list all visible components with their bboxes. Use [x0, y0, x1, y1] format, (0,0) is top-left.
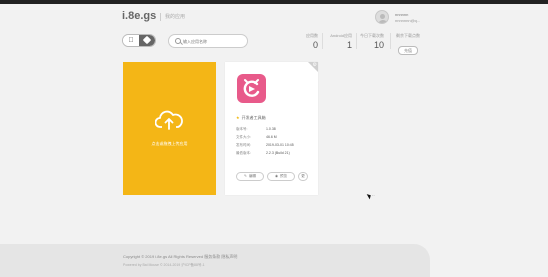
cursor-indicator: ··: [372, 193, 375, 198]
pencil-icon: ✎: [244, 174, 247, 178]
app-name-text: 开发者工具箱: [241, 115, 266, 120]
stat-label: 应用数: [306, 33, 318, 38]
footer: Copyright © 2019 i.8e.gs All Rights Rese…: [0, 244, 430, 277]
search-box[interactable]: [168, 34, 248, 48]
stat-divider: [356, 33, 357, 49]
stat-label: 剩余下载点数: [396, 33, 420, 38]
search-icon: [175, 38, 181, 44]
info-label: 版本号:: [236, 127, 248, 131]
recharge-button[interactable]: 充值: [398, 46, 418, 55]
logo[interactable]: i.8e.gs: [122, 10, 156, 22]
star-icon: ★: [236, 115, 240, 120]
nav-my-apps[interactable]: 我的应用: [165, 13, 185, 20]
info-label: 文件大小:: [236, 135, 251, 139]
info-row-version: 版本号: 1.0.38: [236, 127, 276, 132]
footer-powered-by: Powered by Bai Mouse © 2014-2019 沪ICP备88…: [123, 263, 205, 267]
upload-label: 点击或拖拽上传应用: [151, 141, 188, 146]
stat-value: 1: [346, 40, 352, 50]
stat-divider: [322, 33, 323, 49]
stat-label: Android应用: [330, 33, 352, 38]
upload-app-card[interactable]: 点击或拖拽上传应用: [123, 62, 216, 195]
edit-button[interactable]: ✎ 编辑: [236, 172, 264, 181]
stat-android-apps: Android应用 1: [326, 33, 352, 50]
info-value: 1.0.38: [266, 127, 276, 131]
android-icon[interactable]: [139, 35, 155, 46]
cloud-upload-icon: [155, 110, 183, 130]
info-label: 最低版本:: [236, 151, 251, 155]
avatar[interactable]: [375, 10, 389, 24]
app-name: ★ 开发者工具箱: [236, 115, 266, 121]
footer-copyright: Copyright © 2019 i.8e.gs All Rights Rese…: [123, 254, 238, 259]
user-email: nnnnnnn@q...: [395, 18, 421, 23]
info-row-date: 发布时间: 2019-03-01 10:45: [236, 143, 294, 148]
avatar-head: [380, 14, 385, 19]
info-value: 2.2.3 (Build 21): [266, 151, 290, 155]
info-row-size: 文件大小: 46.6 M: [236, 135, 277, 140]
stat-downloads-today: 今日下载次数 10: [358, 33, 384, 50]
stat-app-count: 应用数 0: [296, 33, 318, 50]
search-input[interactable]: [183, 37, 243, 45]
app-icon[interactable]: [237, 74, 266, 103]
preview-label: 预览: [280, 174, 288, 178]
more-label: 更: [301, 174, 305, 178]
apple-icon[interactable]: : [123, 35, 139, 46]
header-divider: [160, 13, 161, 21]
info-label: 发布时间:: [236, 143, 251, 147]
info-row-min-version: 最低版本: 2.2.3 (Build 21): [236, 151, 290, 156]
user-name[interactable]: nnnnnn: [395, 12, 408, 17]
edit-label: 编辑: [248, 174, 256, 178]
stat-divider: [390, 33, 391, 49]
avatar-body: [378, 20, 388, 23]
more-button[interactable]: 更: [298, 172, 308, 181]
stat-remaining-points: 剩余下载点数 充值: [396, 33, 420, 57]
info-value: 2019-03-01 10:45: [266, 143, 294, 147]
preview-button[interactable]: ◉ 预览: [267, 172, 295, 181]
eye-icon: ◉: [274, 174, 279, 178]
platform-toggle[interactable]: : [122, 34, 156, 47]
stat-value: 0: [312, 40, 318, 50]
header: i.8e.gs 我的应用 nnnnnn nnnnnnn@q...: [0, 4, 548, 26]
stat-value: 10: [373, 40, 384, 50]
stat-label: 今日下载次数: [360, 33, 384, 38]
app-card[interactable]: ⚙ ★ 开发者工具箱 版本号: 1.0.38 文件大小: 46.6 M 发布时间:…: [225, 62, 318, 195]
info-value: 46.6 M: [266, 135, 277, 139]
gear-icon[interactable]: ⚙: [313, 62, 317, 68]
